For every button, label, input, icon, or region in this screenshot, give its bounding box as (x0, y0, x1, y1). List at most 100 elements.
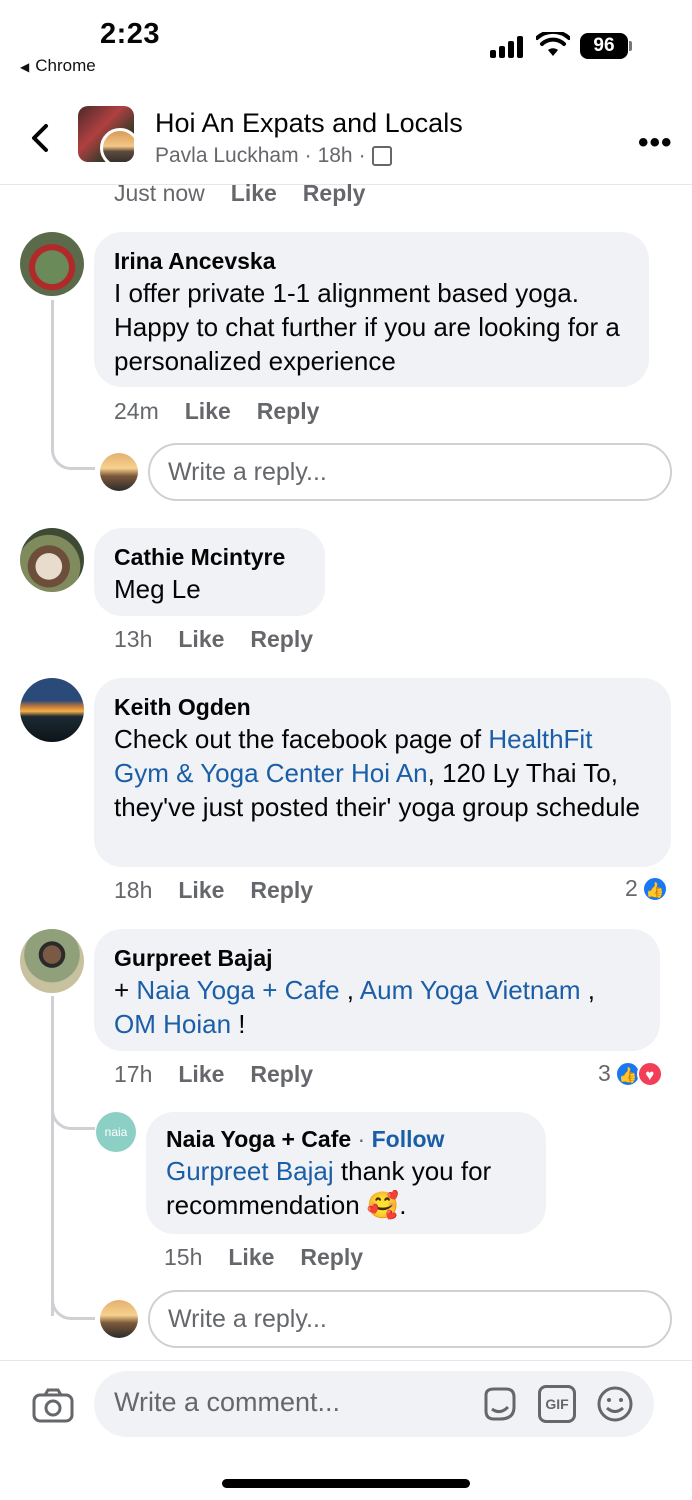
comment-text: Meg Le (114, 574, 201, 604)
comment-author[interactable]: Keith Ogden (114, 692, 651, 722)
back-triangle-icon: ◀ (20, 60, 30, 74)
reply-input[interactable]: Write a reply... (148, 1290, 672, 1348)
comment-text-part: + (114, 975, 137, 1005)
group-privacy-icon (371, 146, 392, 166)
comment-time: 18h (114, 877, 153, 903)
comment-text-part: Check out the facebook page of (114, 724, 489, 754)
comment-time: Just now (114, 180, 205, 206)
sticker-icon[interactable] (480, 1385, 518, 1423)
comment-meta: 13h Like Reply (114, 626, 313, 653)
page-link[interactable]: OM Hoian (114, 1009, 231, 1039)
comment-text: Gurpreet Bajaj thank you for recommendat… (166, 1154, 526, 1222)
wifi-icon (536, 32, 570, 56)
comment-meta: 17h Like Reply (114, 1061, 313, 1088)
reply-button[interactable]: Reply (257, 398, 320, 425)
status-bar: 2:23 ◀ Chrome 96 (0, 0, 692, 90)
reply-button[interactable]: Reply (250, 877, 313, 904)
like-reaction-icon: 👍 (641, 875, 668, 902)
follow-button[interactable]: Follow (372, 1126, 445, 1152)
thread-line (51, 996, 54, 1316)
reply-button[interactable]: Reply (250, 1061, 313, 1088)
comment-text-part: , (339, 975, 360, 1005)
thread-line (51, 300, 54, 440)
comment-text: Check out the facebook page of HealthFit… (114, 722, 651, 824)
post-age: 18h (317, 144, 353, 167)
like-button[interactable]: Like (178, 877, 224, 904)
comment-bubble[interactable]: Irina Ancevska I offer private 1-1 align… (94, 232, 649, 387)
comment-meta: 18h Like Reply (114, 877, 313, 904)
comment-author[interactable]: Irina Ancevska (114, 246, 629, 276)
group-avatar[interactable] (78, 106, 134, 162)
reply-button[interactable]: Reply (250, 626, 313, 653)
reaction-summary[interactable]: 2 👍 (625, 875, 668, 902)
comment-text: + Naia Yoga + Cafe , Aum Yoga Vietnam , O… (114, 973, 640, 1041)
more-icon[interactable]: ••• (638, 126, 673, 160)
my-avatar (100, 453, 138, 491)
post-header: Hoi An Expats and Locals Pavla Luckham ·… (0, 90, 692, 185)
comment-input[interactable]: Write a comment... GIF (94, 1371, 654, 1437)
like-button[interactable]: Like (185, 398, 231, 425)
reaction-count: 3 (598, 1060, 611, 1086)
subtitle-separator-2: · (358, 144, 366, 167)
like-button[interactable]: Like (231, 180, 277, 207)
like-button[interactable]: Like (178, 1061, 224, 1088)
comment-placeholder: Write a comment... (114, 1387, 341, 1417)
emoji-icon[interactable] (596, 1385, 634, 1423)
comment-time: 13h (114, 626, 153, 652)
love-reaction-icon: ♥ (636, 1060, 663, 1087)
previous-comment-meta: Just now Like Reply (114, 180, 365, 207)
like-button[interactable]: Like (178, 626, 224, 653)
commenter-avatar[interactable] (20, 528, 84, 592)
back-to-app[interactable]: ◀ Chrome (20, 56, 96, 76)
subtitle-separator: · (304, 144, 312, 167)
signal-icon (490, 34, 528, 58)
comment-text-part: , (580, 975, 595, 1005)
status-time: 2:23 (100, 18, 161, 50)
comment-meta: 24m Like Reply (114, 398, 319, 425)
like-button[interactable]: Like (228, 1244, 274, 1271)
reply-meta: 15h Like Reply (164, 1244, 363, 1271)
thread-connector (51, 1280, 95, 1320)
comment-composer: Write a comment... GIF (0, 1360, 692, 1500)
poster-avatar (100, 128, 134, 162)
reply-input[interactable]: Write a reply... (148, 443, 672, 501)
thread-connector (51, 1100, 95, 1130)
battery-icon: 96 (580, 33, 628, 59)
poster-name[interactable]: Pavla Luckham (155, 144, 299, 168)
comment-author[interactable]: Gurpreet Bajaj (114, 943, 640, 973)
author-separator: · (351, 1126, 372, 1152)
comment-time: 15h (164, 1244, 203, 1270)
home-indicator (222, 1479, 470, 1488)
comment-text: I offer private 1-1 alignment based yoga… (114, 278, 620, 376)
gif-icon[interactable]: GIF (538, 1385, 576, 1423)
comment-text-part: ! (231, 1009, 246, 1039)
comment-author[interactable]: Cathie Mcintyre (114, 542, 305, 572)
mention-link[interactable]: Gurpreet Bajaj (166, 1156, 334, 1186)
commenter-avatar[interactable] (20, 232, 84, 296)
page-link[interactable]: Aum Yoga Vietnam (360, 975, 581, 1005)
page-link[interactable]: Naia Yoga + Cafe (136, 975, 339, 1005)
reply-author-line: Naia Yoga + Cafe · Follow (166, 1124, 526, 1154)
commenter-avatar[interactable] (20, 929, 84, 993)
my-avatar (100, 1300, 138, 1338)
comment-bubble[interactable]: Gurpreet Bajaj + Naia Yoga + Cafe , Aum … (94, 929, 660, 1051)
thread-connector (51, 430, 95, 470)
reply-button[interactable]: Reply (300, 1244, 363, 1271)
comment-author[interactable]: Naia Yoga + Cafe (166, 1126, 351, 1152)
post-subtitle: Pavla Luckham · 18h · (155, 144, 392, 168)
comment-time: 24m (114, 398, 159, 424)
comment-time: 17h (114, 1061, 153, 1087)
camera-icon[interactable] (32, 1387, 74, 1423)
back-app-label: Chrome (35, 56, 96, 75)
comment-bubble[interactable]: Keith Ogden Check out the facebook page … (94, 678, 671, 867)
back-chevron-icon[interactable] (22, 118, 58, 158)
group-title[interactable]: Hoi An Expats and Locals (155, 108, 463, 139)
reaction-summary[interactable]: 3 👍 ♥ (598, 1060, 663, 1087)
comment-bubble[interactable]: Cathie Mcintyre Meg Le (94, 528, 325, 616)
commenter-avatar[interactable] (20, 678, 84, 742)
reply-button[interactable]: Reply (303, 180, 366, 207)
battery-tip (629, 41, 632, 51)
reaction-count: 2 (625, 875, 638, 901)
reply-bubble[interactable]: Naia Yoga + Cafe · Follow Gurpreet Bajaj… (146, 1112, 546, 1234)
page-avatar[interactable]: naia (96, 1112, 136, 1152)
